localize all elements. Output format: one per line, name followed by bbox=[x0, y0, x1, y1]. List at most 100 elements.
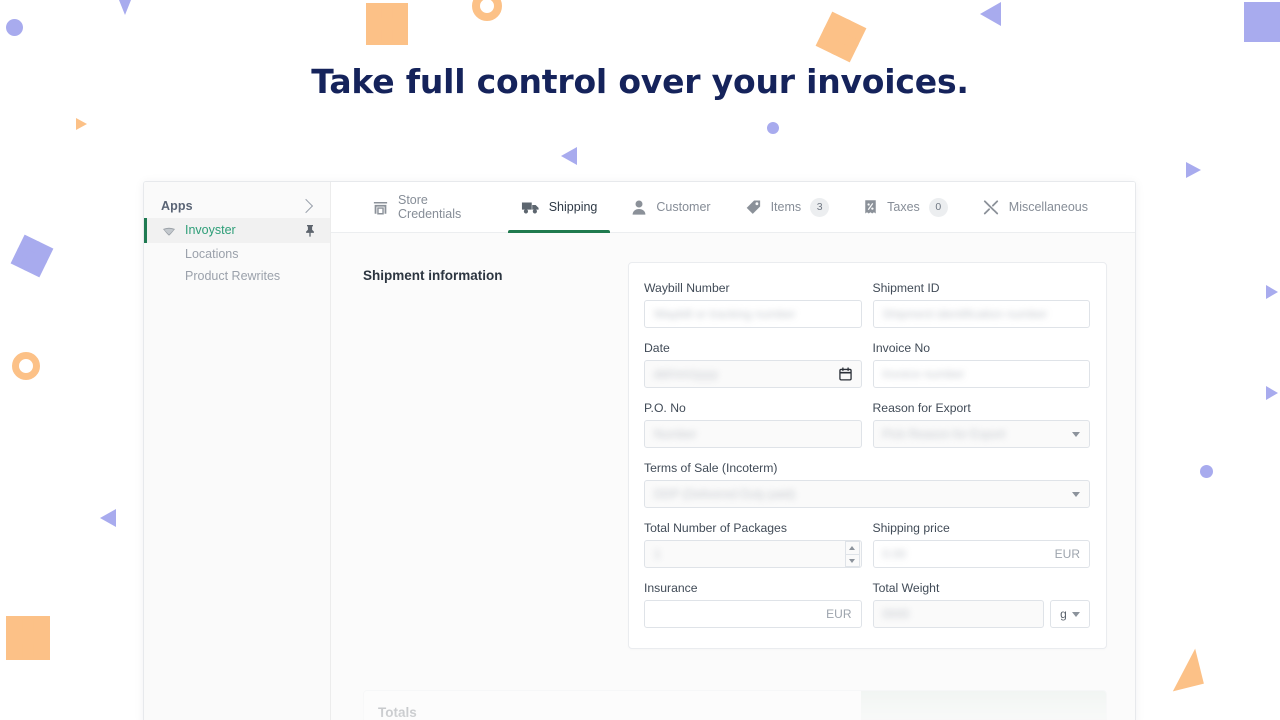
field-label: Waybill Number bbox=[644, 281, 730, 295]
sidebar-item-label: Invoyster bbox=[185, 223, 236, 238]
tab-bar: Store Credentials Shipping Customer Item… bbox=[331, 182, 1135, 233]
sidebar-item-label: Product Rewrites bbox=[185, 269, 281, 283]
tab-badge: 3 bbox=[810, 197, 830, 217]
placeholder-text: Shipment identification number bbox=[882, 307, 1048, 321]
shipment-information-card: Waybill Number Waybill or tracking numbe… bbox=[628, 262, 1107, 649]
field-shipment-id: Shipment ID Shipment identification numb… bbox=[872, 281, 1090, 328]
reason-for-export-select[interactable]: Pick Reason for Export bbox=[872, 420, 1090, 448]
currency-suffix: EUR bbox=[1054, 547, 1080, 561]
orange-plus-top bbox=[366, 3, 408, 45]
date-input[interactable]: dd/mm/yyyy bbox=[644, 360, 862, 388]
placeholder-text: DDP (Delivered Duty paid) bbox=[654, 487, 796, 501]
po-no-input[interactable]: Number bbox=[644, 420, 862, 448]
field-shipping-price: Shipping price 0.00 EUR bbox=[872, 521, 1090, 568]
field-total-packages: Total Number of Packages 1 bbox=[644, 521, 862, 568]
purple-dot-right bbox=[1200, 465, 1213, 478]
invoice-no-input[interactable]: Invoice number bbox=[872, 360, 1090, 388]
sidebar-apps-header[interactable]: Apps bbox=[144, 194, 330, 218]
chevron-down-icon bbox=[1072, 431, 1080, 437]
chevron-down-icon bbox=[1072, 491, 1080, 497]
chevron-right-icon[interactable] bbox=[298, 198, 314, 214]
placeholder-text: Number bbox=[654, 427, 697, 441]
insurance-input[interactable]: EUR bbox=[644, 600, 862, 628]
pin-icon[interactable] bbox=[304, 224, 316, 237]
tab-customer[interactable]: Customer bbox=[618, 182, 723, 232]
shipping-price-input[interactable]: 0.00 EUR bbox=[872, 540, 1090, 568]
tab-miscellaneous[interactable]: Miscellaneous bbox=[969, 182, 1101, 232]
page-title: Take full control over your invoices. bbox=[311, 62, 969, 101]
tab-shipping[interactable]: Shipping bbox=[507, 182, 611, 233]
tab-label: Taxes bbox=[887, 200, 920, 214]
field-label: Terms of Sale (Incoterm) bbox=[644, 461, 778, 475]
tab-taxes[interactable]: Taxes 0 bbox=[850, 182, 961, 232]
field-label: Shipping price bbox=[872, 521, 950, 535]
field-po-no: P.O. No Number bbox=[644, 401, 862, 448]
placeholder-text: Waybill or tracking number bbox=[654, 307, 796, 321]
field-invoice-no: Invoice No Invoice number bbox=[872, 341, 1090, 388]
terms-of-sale-select[interactable]: DDP (Delivered Duty paid) bbox=[644, 480, 1090, 508]
purple-chevron-right-edge-2 bbox=[1266, 386, 1278, 400]
waybill-number-input[interactable]: Waybill or tracking number bbox=[644, 300, 862, 328]
tab-label: Items bbox=[770, 200, 802, 214]
purple-triangle-left-lower bbox=[100, 509, 116, 527]
tab-content-shipping: Shipment information Waybill Number Wayb… bbox=[331, 233, 1135, 720]
total-weight-input[interactable]: 0000 bbox=[872, 600, 1044, 628]
field-terms-of-sale: Terms of Sale (Incoterm) DDP (Delivered … bbox=[644, 461, 1090, 508]
field-insurance: Insurance EUR bbox=[644, 581, 862, 628]
tab-store-credentials[interactable]: Store Credentials bbox=[359, 182, 500, 232]
page-root: Take full control over your invoices. Ap… bbox=[0, 0, 1280, 720]
purple-chevron-right-edge bbox=[1266, 285, 1278, 299]
app-window: Apps Invoyster Locations Product Rewrite… bbox=[143, 181, 1136, 720]
stepper-up-button[interactable] bbox=[844, 541, 860, 554]
placeholder-text: 1 bbox=[654, 547, 661, 561]
weight-unit-value: g bbox=[1060, 607, 1067, 621]
field-label: Reason for Export bbox=[872, 401, 971, 415]
field-label: Total Weight bbox=[872, 581, 940, 595]
purple-cross-left bbox=[10, 234, 54, 278]
stepper-controls[interactable] bbox=[844, 541, 860, 567]
purple-circle bbox=[6, 19, 23, 36]
weight-unit-select[interactable]: g bbox=[1050, 600, 1090, 628]
calendar-icon[interactable] bbox=[838, 367, 852, 381]
total-packages-stepper[interactable]: 1 bbox=[644, 540, 862, 568]
sidebar-item-locations[interactable]: Locations bbox=[144, 243, 330, 265]
receipt-percent-icon bbox=[863, 199, 878, 216]
placeholder-text: 0000 bbox=[882, 607, 910, 621]
sidebar-item-label: Locations bbox=[185, 247, 239, 261]
sidebar-item-product-rewrites[interactable]: Product Rewrites bbox=[144, 265, 330, 287]
shipment-id-input[interactable]: Shipment identification number bbox=[872, 300, 1090, 328]
totals-section: Totals Line TotalSubtotalDuties TotalShi… bbox=[363, 690, 1107, 720]
tag-icon bbox=[745, 199, 762, 216]
sidebar-item-invoyster[interactable]: Invoyster bbox=[144, 218, 330, 243]
field-date: Date dd/mm/yyyy bbox=[644, 341, 862, 388]
field-waybill-number: Waybill Number Waybill or tracking numbe… bbox=[644, 281, 862, 328]
purple-triangle-right-mid bbox=[1186, 162, 1201, 178]
field-label: Total Number of Packages bbox=[644, 521, 787, 535]
sidebar-apps-label: Apps bbox=[161, 199, 193, 213]
field-reason-for-export: Reason for Export Pick Reason for Export bbox=[872, 401, 1090, 448]
placeholder-text: 0.00 bbox=[882, 547, 906, 561]
sidebar: Apps Invoyster Locations Product Rewrite… bbox=[144, 182, 331, 720]
purple-triangle-left-mid bbox=[561, 147, 577, 165]
chevron-down-icon bbox=[1071, 611, 1080, 617]
purple-plus-right bbox=[1244, 2, 1280, 42]
placeholder-text: Pick Reason for Export bbox=[882, 427, 1006, 441]
totals-summary-panel bbox=[861, 691, 1106, 720]
purple-dot-center bbox=[767, 122, 779, 134]
currency-suffix: EUR bbox=[826, 607, 852, 621]
field-label: P.O. No bbox=[644, 401, 686, 415]
field-total-weight: Total Weight 0000 g bbox=[872, 581, 1090, 628]
field-label: Insurance bbox=[644, 581, 698, 595]
tab-items[interactable]: Items 3 bbox=[732, 182, 843, 232]
orange-ring-left bbox=[12, 352, 40, 380]
invoyster-cone-icon bbox=[161, 223, 177, 239]
orange-triangle-bottom-right bbox=[1164, 648, 1204, 692]
purple-triangle-down bbox=[119, 0, 131, 15]
field-label: Shipment ID bbox=[872, 281, 940, 295]
tab-label: Miscellaneous bbox=[1008, 200, 1088, 214]
stepper-down-button[interactable] bbox=[844, 554, 860, 567]
orange-triangle-right-small bbox=[76, 118, 87, 130]
field-label: Date bbox=[644, 341, 670, 355]
tab-label: Store Credentials bbox=[398, 193, 462, 221]
purple-triangle-left-top bbox=[980, 2, 1001, 26]
